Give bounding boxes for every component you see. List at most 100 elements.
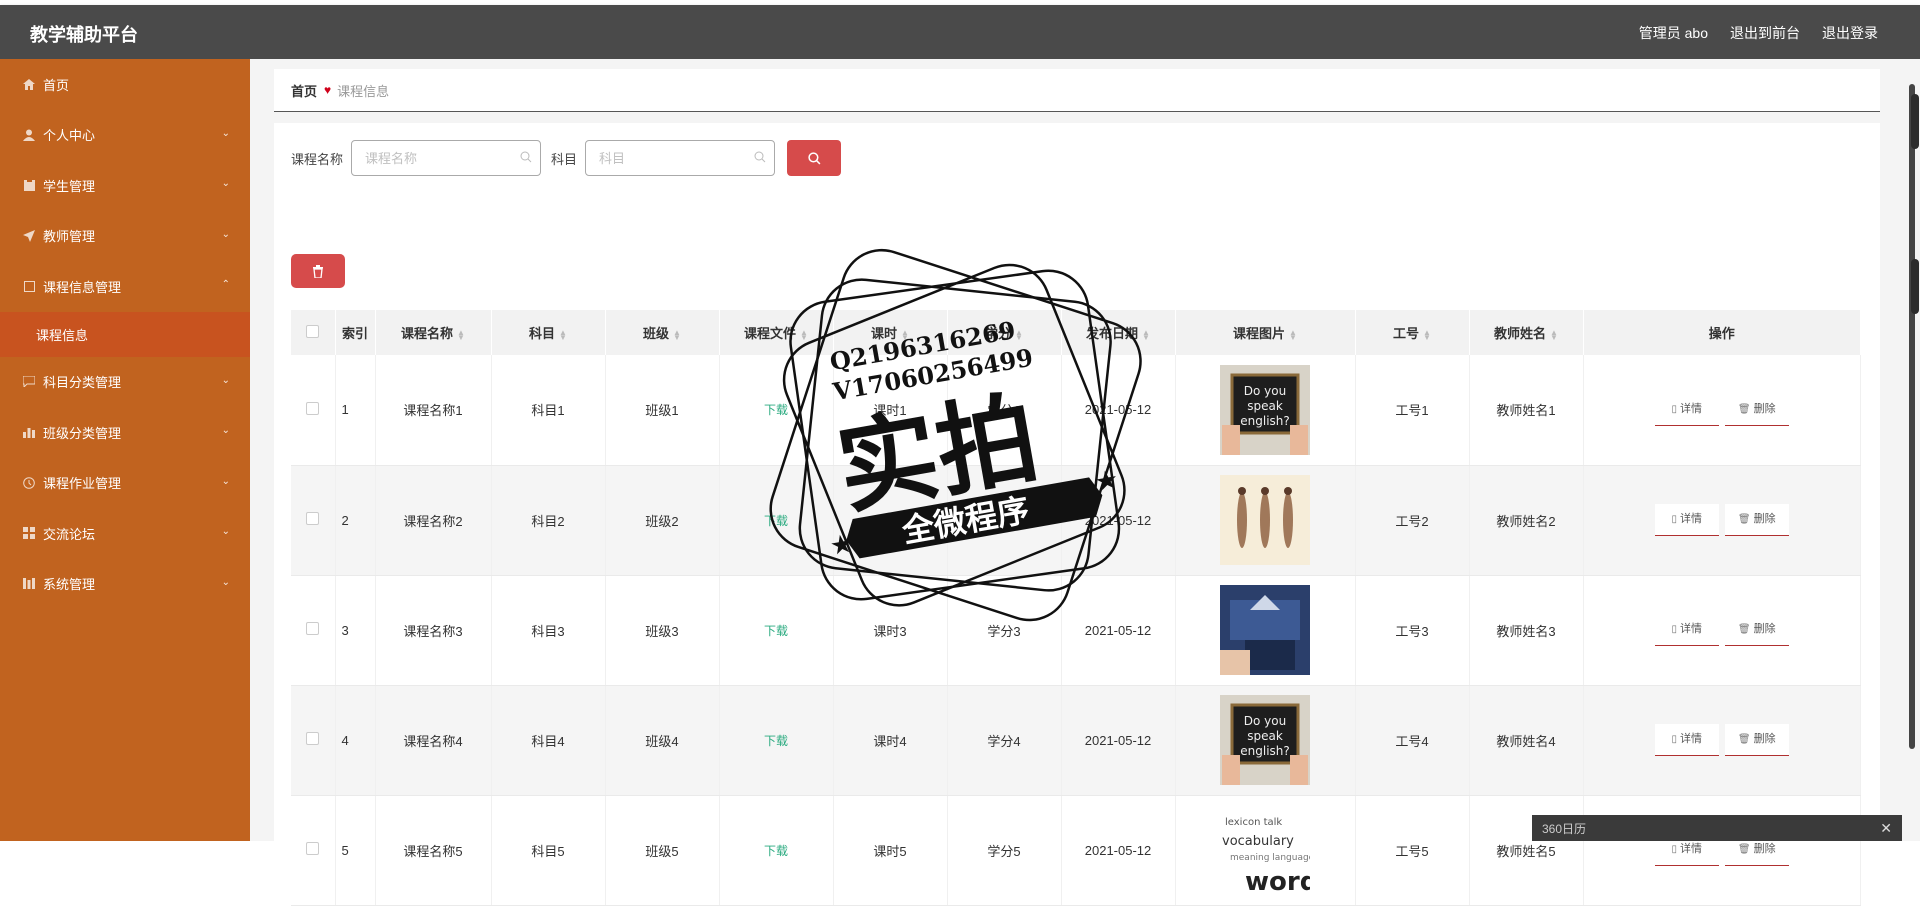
row-checkbox[interactable]	[306, 512, 320, 525]
col-course-file[interactable]: 课程文件 ▲ ▼	[719, 310, 834, 355]
cell-subject: 科目3	[491, 575, 606, 686]
back-to-front-link[interactable]: 退出到前台	[1730, 23, 1800, 43]
sidebar-item-teachers[interactable]: 教师管理 ⌄	[0, 211, 250, 262]
row-checkbox[interactable]	[306, 842, 320, 855]
download-link[interactable]: 下载	[764, 624, 788, 638]
cell-subject: 科目1	[491, 355, 606, 466]
sort-icon[interactable]: ▲ ▼	[901, 328, 909, 341]
detail-label: 详情	[1680, 513, 1702, 525]
sidebar-item-home[interactable]: 首页	[0, 59, 250, 110]
sidebar-item-homework[interactable]: 课程作业管理 ⌄	[0, 458, 250, 509]
speak-english-image[interactable]: Do youspeakenglish?	[1220, 695, 1310, 785]
subject-input[interactable]	[586, 141, 775, 175]
cell-class: 班级5	[605, 795, 720, 906]
cell-index: 5	[335, 795, 376, 906]
col-hours[interactable]: 课时 ▲ ▼	[833, 310, 948, 355]
detail-button[interactable]: ▯ 详情	[1654, 724, 1719, 756]
bar-chart-icon	[22, 426, 36, 438]
row-checkbox[interactable]	[306, 622, 320, 635]
sidebar-item-class-category[interactable]: 班级分类管理 ⌄	[0, 407, 250, 458]
sort-icon[interactable]: ▲ ▼	[457, 328, 465, 341]
select-all-checkbox[interactable]	[306, 324, 320, 338]
col-teacher-name[interactable]: 教师姓名 ▲ ▼	[1469, 310, 1584, 355]
sidebar-item-course-info[interactable]: 课程信息	[0, 311, 250, 357]
sort-icon[interactable]: ▲ ▼	[1015, 328, 1023, 341]
svg-text:english?: english?	[1240, 414, 1290, 428]
cell-course-image	[1175, 575, 1356, 686]
detail-button[interactable]: ▯ 详情	[1654, 504, 1719, 536]
page-scrollbar[interactable]	[1906, 59, 1920, 841]
header-actions: 管理员 abo 退出到前台 退出登录	[1639, 23, 1878, 43]
delete-button[interactable]: 🗑 删除	[1724, 393, 1789, 426]
sort-icon[interactable]: ▲ ▼	[673, 328, 681, 341]
cell-worker-id: 工号4	[1355, 685, 1470, 796]
sort-icon[interactable]: ▲ ▼	[1550, 328, 1558, 341]
col-subject[interactable]: 科目 ▲ ▼	[491, 310, 606, 355]
download-link[interactable]: 下载	[764, 514, 788, 528]
delete-label: 删除	[1753, 623, 1776, 635]
svg-text:words: words	[1245, 867, 1310, 895]
col-worker-id[interactable]: 工号 ▲ ▼	[1355, 310, 1470, 355]
detail-button[interactable]: ▯ 详情	[1654, 614, 1719, 646]
col-course-name[interactable]: 课程名称 ▲ ▼	[375, 310, 492, 355]
cell-subject: 科目4	[491, 685, 606, 796]
cell-course-file: 下载	[719, 795, 834, 906]
speak-english-image[interactable]: Do youspeakenglish?	[1220, 364, 1310, 455]
sidebar-item-system[interactable]: 系统管理 ⌄	[0, 559, 250, 610]
logout-link[interactable]: 退出登录	[1822, 23, 1878, 43]
download-link[interactable]: 下载	[764, 403, 788, 417]
svg-text:speak: speak	[1247, 399, 1283, 413]
download-link[interactable]: 下载	[764, 844, 788, 858]
col-credit[interactable]: 学分 ▲ ▼	[947, 310, 1062, 355]
batch-delete-button[interactable]	[291, 254, 345, 288]
sort-icon[interactable]: ▲ ▼	[800, 328, 808, 341]
col-course-image[interactable]: 课程图片 ▲ ▼	[1175, 310, 1356, 355]
words-image[interactable]: lexicon talk vocabulary meaning language wo…	[1220, 805, 1310, 895]
detail-label: 详情	[1680, 733, 1702, 745]
delete-button[interactable]: 🗑 删除	[1724, 724, 1789, 756]
sort-icon[interactable]: ▲ ▼	[1289, 328, 1297, 341]
sidebar-item-subject-category[interactable]: 科目分类管理 ⌄	[0, 357, 250, 408]
sort-icon[interactable]: ▲ ▼	[1423, 328, 1431, 341]
cell-class: 班级2	[605, 465, 720, 576]
delete-button[interactable]: 🗑 删除	[1724, 614, 1789, 646]
sidebar-item-students[interactable]: 学生管理 ⌄	[0, 160, 250, 211]
scrollbar-track[interactable]	[1909, 84, 1919, 749]
close-icon[interactable]: ✕	[1880, 820, 1892, 837]
svg-text:english?: english?	[1240, 744, 1290, 758]
col-publish-date[interactable]: 发布日期 ▲ ▼	[1061, 310, 1176, 355]
detail-button[interactable]: ▯ 详情	[1654, 393, 1719, 426]
admin-user-label[interactable]: 管理员 abo	[1639, 23, 1708, 43]
sidebar-item-forum[interactable]: 交流论坛 ⌄	[0, 508, 250, 559]
download-link[interactable]: 下载	[764, 734, 788, 748]
document-icon: ▯	[1671, 403, 1677, 415]
app-title: 教学辅助平台	[30, 25, 138, 45]
sort-icon[interactable]: ▲ ▼	[559, 328, 567, 341]
col-class[interactable]: 班级 ▲ ▼	[605, 310, 720, 355]
row-select-cell	[291, 465, 336, 576]
course-name-input[interactable]	[352, 141, 541, 175]
delete-label: 删除	[1753, 402, 1776, 415]
chevron-down-icon: ⌄	[221, 576, 230, 588]
scrollbar-thumb[interactable]	[1911, 259, 1919, 314]
svg-text:meaning language: meaning language	[1230, 853, 1310, 863]
breadcrumb-home[interactable]: 首页	[291, 81, 317, 100]
delete-label: 删除	[1753, 843, 1776, 855]
search-button[interactable]	[787, 140, 842, 176]
table-row: 1 课程名称1 科目1 班级1 下载 课时1 学分1 2021-05-12 Do you spea…	[291, 355, 1861, 466]
sort-icon[interactable]: ▲ ▼	[1142, 328, 1150, 341]
delete-button[interactable]: 🗑 删除	[1724, 504, 1789, 536]
dancers-image[interactable]	[1220, 475, 1310, 565]
sidebar-item-course-info-management[interactable]: 课程信息管理 ⌃	[0, 261, 250, 312]
scrollbar-thumb[interactable]	[1911, 94, 1919, 149]
laptop-image[interactable]	[1220, 585, 1310, 675]
row-checkbox[interactable]	[306, 401, 320, 415]
col-actions: 操作	[1583, 310, 1861, 355]
col-label: 科目	[529, 326, 556, 341]
breadcrumb-current: 课程信息	[337, 83, 390, 99]
row-checkbox[interactable]	[306, 732, 320, 745]
user-icon	[22, 129, 36, 141]
sidebar-item-profile[interactable]: 个人中心 ⌄	[0, 110, 250, 161]
sidebar-item-label: 首页	[43, 77, 70, 93]
cell-course-image: Do you speak english?	[1175, 685, 1356, 796]
